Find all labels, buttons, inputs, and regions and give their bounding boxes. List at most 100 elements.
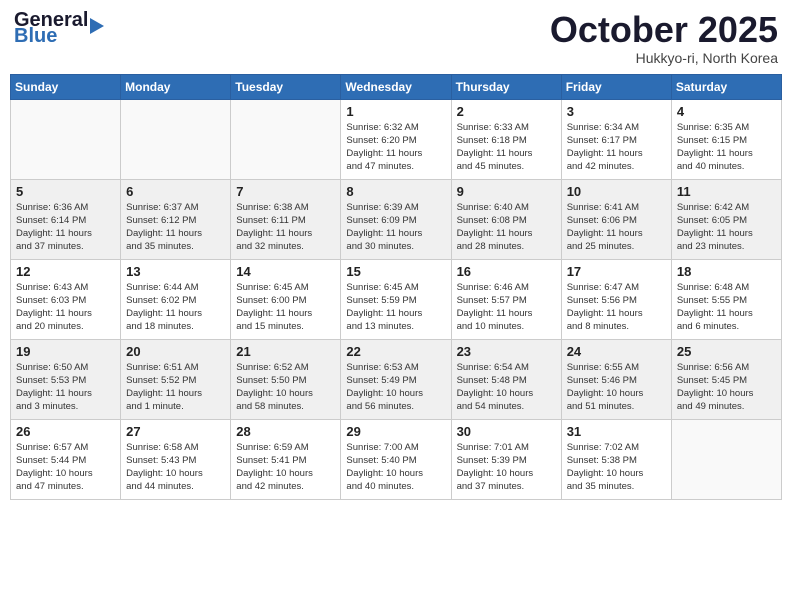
calendar-day-cell: 29 Sunrise: 7:00 AM Sunset: 5:40 PM Dayli… (341, 419, 451, 499)
day-info: Sunrise: 6:52 AM Sunset: 5:50 PM Dayligh… (236, 361, 335, 414)
day-number: 20 (126, 344, 225, 359)
month-title: October 2025 (550, 10, 778, 50)
day-number: 25 (677, 344, 776, 359)
calendar-week-row-4: 19Sunrise: 6:50 AM Sunset: 5:53 PM Dayli… (11, 339, 782, 419)
calendar-table: SundayMondayTuesdayWednesdayThursdayFrid… (10, 74, 782, 500)
calendar-day-cell: 2 Sunrise: 6:33 AM Sunset: 6:18 PM Daylig… (451, 99, 561, 179)
day-info: Sunrise: 6:42 AM Sunset: 6:05 PM Dayligh… (677, 201, 776, 254)
day-number: 8 (346, 184, 445, 199)
day-number: 24 (567, 344, 666, 359)
day-info: Sunrise: 7:01 AM Sunset: 5:39 PM Dayligh… (457, 441, 556, 494)
day-number: 7 (236, 184, 335, 199)
day-number: 10 (567, 184, 666, 199)
day-info: Sunrise: 6:58 AM Sunset: 5:43 PM Dayligh… (126, 441, 225, 494)
weekday-header-friday: Friday (561, 74, 671, 99)
logo: General Blue (14, 10, 104, 46)
day-number: 1 (346, 104, 445, 119)
weekday-header-row: SundayMondayTuesdayWednesdayThursdayFrid… (11, 74, 782, 99)
day-number: 28 (236, 424, 335, 439)
day-info: Sunrise: 6:34 AM Sunset: 6:17 PM Dayligh… (567, 121, 666, 174)
page-header: General Blue October 2025 Hukkyo-ri, Nor… (10, 10, 782, 66)
day-number: 9 (457, 184, 556, 199)
calendar-day-cell: 14 Sunrise: 6:45 AM Sunset: 6:00 PM Dayli… (231, 259, 341, 339)
calendar-day-cell: 12 Sunrise: 6:43 AM Sunset: 6:03 PM Dayli… (11, 259, 121, 339)
day-number: 12 (16, 264, 115, 279)
day-info: Sunrise: 6:45 AM Sunset: 6:00 PM Dayligh… (236, 281, 335, 334)
day-number: 2 (457, 104, 556, 119)
day-info: Sunrise: 6:33 AM Sunset: 6:18 PM Dayligh… (457, 121, 556, 174)
calendar-day-cell: 22 Sunrise: 6:53 AM Sunset: 5:49 PM Dayli… (341, 339, 451, 419)
day-info: Sunrise: 6:39 AM Sunset: 6:09 PM Dayligh… (346, 201, 445, 254)
day-info: Sunrise: 6:40 AM Sunset: 6:08 PM Dayligh… (457, 201, 556, 254)
day-number: 27 (126, 424, 225, 439)
day-info: Sunrise: 6:46 AM Sunset: 5:57 PM Dayligh… (457, 281, 556, 334)
day-info: Sunrise: 6:48 AM Sunset: 5:55 PM Dayligh… (677, 281, 776, 334)
day-info: Sunrise: 6:51 AM Sunset: 5:52 PM Dayligh… (126, 361, 225, 414)
day-number: 4 (677, 104, 776, 119)
day-number: 16 (457, 264, 556, 279)
calendar-day-cell: 28 Sunrise: 6:59 AM Sunset: 5:41 PM Dayli… (231, 419, 341, 499)
day-number: 13 (126, 264, 225, 279)
logo-arrow-icon (90, 18, 104, 34)
day-number: 22 (346, 344, 445, 359)
day-number: 23 (457, 344, 556, 359)
calendar-day-cell (231, 99, 341, 179)
calendar-day-cell: 20 Sunrise: 6:51 AM Sunset: 5:52 PM Dayli… (121, 339, 231, 419)
day-number: 29 (346, 424, 445, 439)
calendar-week-row-2: 5 Sunrise: 6:36 AM Sunset: 6:14 PM Daylig… (11, 179, 782, 259)
calendar-day-cell: 26 Sunrise: 6:57 AM Sunset: 5:44 PM Dayli… (11, 419, 121, 499)
day-info: Sunrise: 6:36 AM Sunset: 6:14 PM Dayligh… (16, 201, 115, 254)
calendar-day-cell: 23Sunrise: 6:54 AM Sunset: 5:48 PM Dayli… (451, 339, 561, 419)
day-info: Sunrise: 6:53 AM Sunset: 5:49 PM Dayligh… (346, 361, 445, 414)
day-info: Sunrise: 6:44 AM Sunset: 6:02 PM Dayligh… (126, 281, 225, 334)
location-subtitle: Hukkyo-ri, North Korea (550, 50, 778, 66)
day-info: Sunrise: 6:41 AM Sunset: 6:06 PM Dayligh… (567, 201, 666, 254)
day-info: Sunrise: 6:59 AM Sunset: 5:41 PM Dayligh… (236, 441, 335, 494)
day-info: Sunrise: 6:45 AM Sunset: 5:59 PM Dayligh… (346, 281, 445, 334)
day-info: Sunrise: 6:57 AM Sunset: 5:44 PM Dayligh… (16, 441, 115, 494)
calendar-day-cell: 31 Sunrise: 7:02 AM Sunset: 5:38 PM Dayli… (561, 419, 671, 499)
calendar-day-cell: 18 Sunrise: 6:48 AM Sunset: 5:55 PM Dayli… (671, 259, 781, 339)
calendar-day-cell: 4 Sunrise: 6:35 AM Sunset: 6:15 PM Daylig… (671, 99, 781, 179)
calendar-day-cell: 15Sunrise: 6:45 AM Sunset: 5:59 PM Dayli… (341, 259, 451, 339)
day-number: 3 (567, 104, 666, 119)
day-info: Sunrise: 6:35 AM Sunset: 6:15 PM Dayligh… (677, 121, 776, 174)
calendar-week-row-1: 1Sunrise: 6:32 AM Sunset: 6:20 PM Daylig… (11, 99, 782, 179)
day-number: 18 (677, 264, 776, 279)
day-number: 31 (567, 424, 666, 439)
day-number: 11 (677, 184, 776, 199)
day-info: Sunrise: 7:00 AM Sunset: 5:40 PM Dayligh… (346, 441, 445, 494)
logo-blue: Blue (14, 26, 88, 46)
calendar-day-cell: 7 Sunrise: 6:38 AM Sunset: 6:11 PM Daylig… (231, 179, 341, 259)
calendar-day-cell: 5 Sunrise: 6:36 AM Sunset: 6:14 PM Daylig… (11, 179, 121, 259)
calendar-day-cell: 3 Sunrise: 6:34 AM Sunset: 6:17 PM Daylig… (561, 99, 671, 179)
calendar-week-row-5: 26 Sunrise: 6:57 AM Sunset: 5:44 PM Dayli… (11, 419, 782, 499)
day-number: 26 (16, 424, 115, 439)
day-number: 19 (16, 344, 115, 359)
calendar-day-cell: 24 Sunrise: 6:55 AM Sunset: 5:46 PM Dayli… (561, 339, 671, 419)
day-number: 30 (457, 424, 556, 439)
weekday-header-sunday: Sunday (11, 74, 121, 99)
day-number: 5 (16, 184, 115, 199)
day-number: 14 (236, 264, 335, 279)
day-info: Sunrise: 7:02 AM Sunset: 5:38 PM Dayligh… (567, 441, 666, 494)
day-info: Sunrise: 6:56 AM Sunset: 5:45 PM Dayligh… (677, 361, 776, 414)
day-info: Sunrise: 6:37 AM Sunset: 6:12 PM Dayligh… (126, 201, 225, 254)
day-info: Sunrise: 6:43 AM Sunset: 6:03 PM Dayligh… (16, 281, 115, 334)
calendar-day-cell: 21 Sunrise: 6:52 AM Sunset: 5:50 PM Dayli… (231, 339, 341, 419)
calendar-day-cell: 25 Sunrise: 6:56 AM Sunset: 5:45 PM Dayli… (671, 339, 781, 419)
calendar-day-cell (121, 99, 231, 179)
day-info: Sunrise: 6:38 AM Sunset: 6:11 PM Dayligh… (236, 201, 335, 254)
calendar-day-cell: 17Sunrise: 6:47 AM Sunset: 5:56 PM Dayli… (561, 259, 671, 339)
calendar-day-cell: 30 Sunrise: 7:01 AM Sunset: 5:39 PM Dayli… (451, 419, 561, 499)
weekday-header-tuesday: Tuesday (231, 74, 341, 99)
day-number: 21 (236, 344, 335, 359)
weekday-header-wednesday: Wednesday (341, 74, 451, 99)
calendar-day-cell: 16 Sunrise: 6:46 AM Sunset: 5:57 PM Dayli… (451, 259, 561, 339)
weekday-header-monday: Monday (121, 74, 231, 99)
calendar-day-cell: 10 Sunrise: 6:41 AM Sunset: 6:06 PM Dayli… (561, 179, 671, 259)
calendar-day-cell (11, 99, 121, 179)
calendar-day-cell (671, 419, 781, 499)
calendar-week-row-3: 12 Sunrise: 6:43 AM Sunset: 6:03 PM Dayli… (11, 259, 782, 339)
day-info: Sunrise: 6:55 AM Sunset: 5:46 PM Dayligh… (567, 361, 666, 414)
